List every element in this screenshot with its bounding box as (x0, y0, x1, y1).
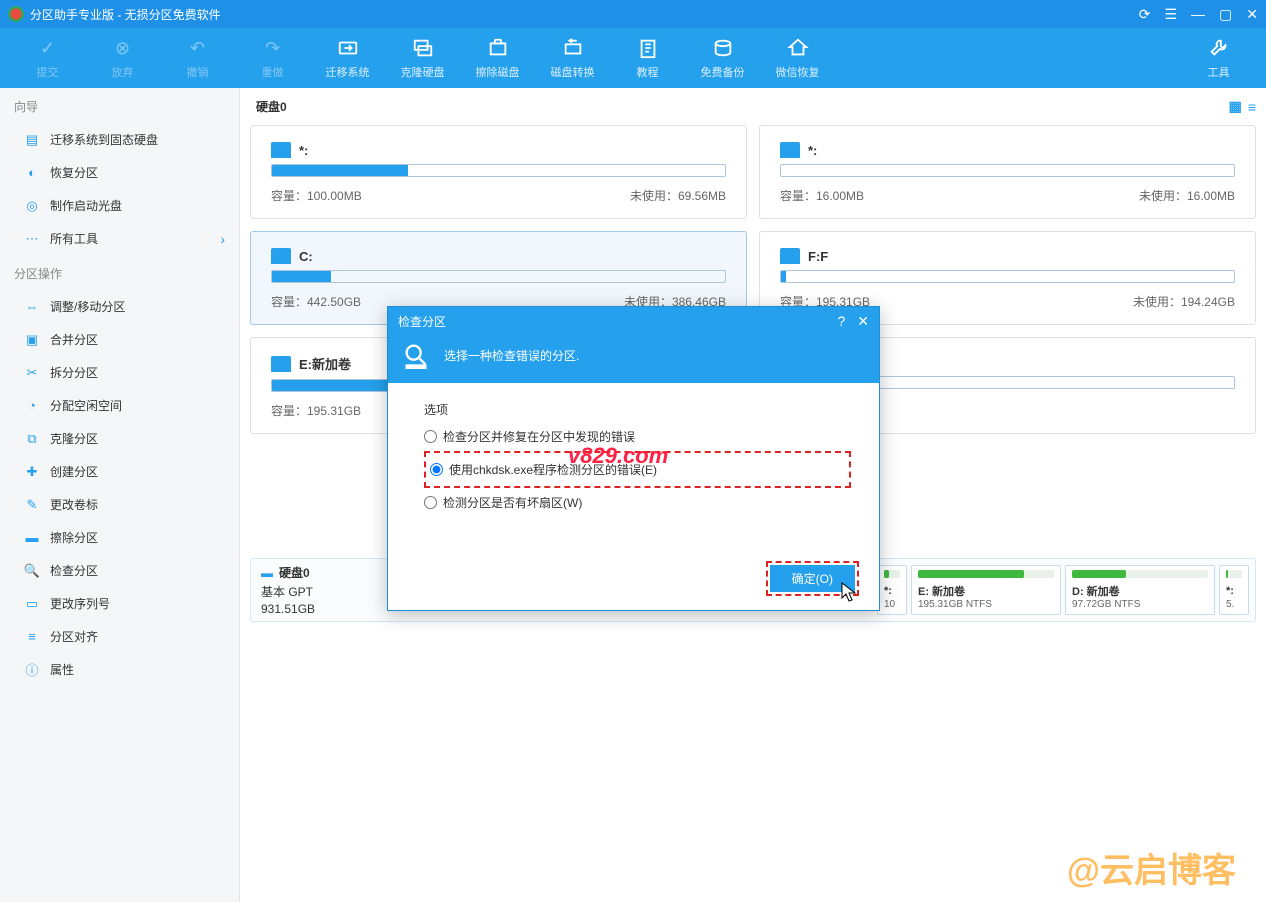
help-icon[interactable]: ? (837, 313, 845, 330)
sidebar-item-serial[interactable]: ▭更改序列号 (0, 587, 239, 620)
disk-slot[interactable]: E: 新加卷 195.31GB NTFS (911, 565, 1061, 615)
wizard-section-title: 向导 (0, 88, 239, 123)
undo-button[interactable]: ↶撤销 (160, 36, 235, 80)
sidebar-item-clone-part[interactable]: ⧉克隆分区 (0, 422, 239, 455)
sidebar-item-resize[interactable]: ⇔调整/移动分区 (0, 290, 239, 323)
dialog-instruction: 选择一种检查错误的分区. (444, 347, 579, 364)
wechat-recover-button[interactable]: 微信恢复 (760, 36, 835, 80)
sidebar-item-wipe-part[interactable]: ▬擦除分区 (0, 521, 239, 554)
ops-section-title: 分区操作 (0, 255, 239, 290)
minimize-icon[interactable]: — (1191, 6, 1205, 23)
tools-button[interactable]: 工具 (1181, 36, 1256, 80)
redo-button[interactable]: ↷重做 (235, 36, 310, 80)
sidebar-item-allocate[interactable]: ◔分配空闲空间 (0, 389, 239, 422)
search-icon (402, 341, 430, 369)
radio-check-fix[interactable]: 检查分区并修复在分区中发现的错误 (424, 428, 851, 445)
discard-button[interactable]: ⊗放弃 (85, 36, 160, 80)
partition-free: 未使用：69.56MB (630, 187, 726, 204)
close-icon[interactable]: ✕ (1246, 6, 1258, 23)
partition-usage-bar (271, 270, 726, 283)
wipe-button[interactable]: 擦除磁盘 (460, 36, 535, 80)
partition-capacity: 容量：100.00MB (271, 187, 362, 204)
partition-capacity: 容量：442.50GB (271, 293, 361, 310)
partition-usage-bar (271, 164, 726, 177)
partition-label: F:F (808, 249, 828, 264)
app-logo-icon (8, 6, 24, 22)
dialog-title: 检查分区 (398, 313, 446, 330)
sidebar-item-merge[interactable]: ▣合并分区 (0, 323, 239, 356)
partition-label: C: (299, 249, 313, 264)
grid-view-icon[interactable]: ▦ (1229, 98, 1242, 115)
radio-chkdsk[interactable]: 使用chkdsk.exe程序检测分区的错误(E) (430, 461, 845, 478)
list-view-icon[interactable]: ≡ (1248, 99, 1256, 115)
sidebar-item-bootdisk[interactable]: ◎制作启动光盘 (0, 189, 239, 222)
drive-icon (271, 356, 291, 372)
sidebar-item-check[interactable]: 🔍检查分区 (0, 554, 239, 587)
dialog-options-label: 选项 (424, 401, 851, 418)
sidebar-item-all-tools[interactable]: ⋯所有工具› (0, 222, 239, 255)
partition-free: 未使用：16.00MB (1139, 187, 1235, 204)
radio-bad-sector[interactable]: 检测分区是否有坏扇区(W) (424, 494, 851, 511)
commit-button[interactable]: ✓提交 (10, 36, 85, 80)
sidebar-item-label[interactable]: ✎更改卷标 (0, 488, 239, 521)
disk-title: 硬盘0 (256, 98, 287, 115)
backup-button[interactable]: 免费备份 (685, 36, 760, 80)
sidebar-item-create[interactable]: ✚创建分区 (0, 455, 239, 488)
menu-icon[interactable]: ☰ (1164, 6, 1177, 23)
partition-card[interactable]: *: 容量：100.00MB 未使用：69.56MB (250, 125, 747, 219)
sidebar-item-props[interactable]: ⓘ属性 (0, 653, 239, 686)
maximize-icon[interactable]: ▢ (1219, 6, 1232, 23)
partition-capacity: 容量：16.00MB (780, 187, 864, 204)
partition-card[interactable]: *: 容量：16.00MB 未使用：16.00MB (759, 125, 1256, 219)
tutorial-button[interactable]: 教程 (610, 36, 685, 80)
drive-icon (271, 142, 291, 158)
titlebar: 分区助手专业版 - 无损分区免费软件 ⟳ ☰ — ▢ ✕ (0, 0, 1266, 28)
partition-free: 未使用：194.24GB (1133, 293, 1235, 310)
ok-button[interactable]: 确定(O) (770, 565, 855, 592)
toolbar: ✓提交 ⊗放弃 ↶撤销 ↷重做 迁移系统 克隆硬盘 擦除磁盘 磁盘转换 教程 免… (0, 28, 1266, 88)
disk-slot[interactable]: D: 新加卷 97.72GB NTFS (1065, 565, 1215, 615)
app-title: 分区助手专业版 - 无损分区免费软件 (30, 6, 221, 23)
disk-icon: ▬ (261, 566, 273, 580)
dialog-close-icon[interactable]: ✕ (857, 313, 869, 330)
disk-slot[interactable]: *: 5. (1219, 565, 1249, 615)
partition-label: E:新加卷 (299, 354, 351, 373)
partition-capacity: 容量：195.31GB (271, 402, 361, 419)
drive-icon (780, 248, 800, 264)
partition-usage-bar (780, 270, 1235, 283)
sidebar-item-migrate-ssd[interactable]: ▤迁移系统到固态硬盘 (0, 123, 239, 156)
sidebar-item-split[interactable]: ✂拆分分区 (0, 356, 239, 389)
disk-slot[interactable]: *: 10 (877, 565, 907, 615)
drive-icon (780, 142, 800, 158)
check-partition-dialog: 检查分区 ? ✕ 选择一种检查错误的分区. 选项 检查分区并修复在分区中发现的错误… (387, 306, 880, 611)
migrate-button[interactable]: 迁移系统 (310, 36, 385, 80)
refresh-icon[interactable]: ⟳ (1139, 6, 1151, 23)
partition-label: *: (299, 143, 308, 158)
drive-icon (271, 248, 291, 264)
sidebar-item-recover[interactable]: ◐恢复分区 (0, 156, 239, 189)
sidebar-item-align[interactable]: ≡分区对齐 (0, 620, 239, 653)
sidebar: 向导 ▤迁移系统到固态硬盘 ◐恢复分区 ◎制作启动光盘 ⋯所有工具› 分区操作 … (0, 88, 240, 902)
chevron-right-icon: › (220, 231, 225, 247)
convert-button[interactable]: 磁盘转换 (535, 36, 610, 80)
partition-usage-bar (780, 164, 1235, 177)
partition-label: *: (808, 143, 817, 158)
clone-button[interactable]: 克隆硬盘 (385, 36, 460, 80)
